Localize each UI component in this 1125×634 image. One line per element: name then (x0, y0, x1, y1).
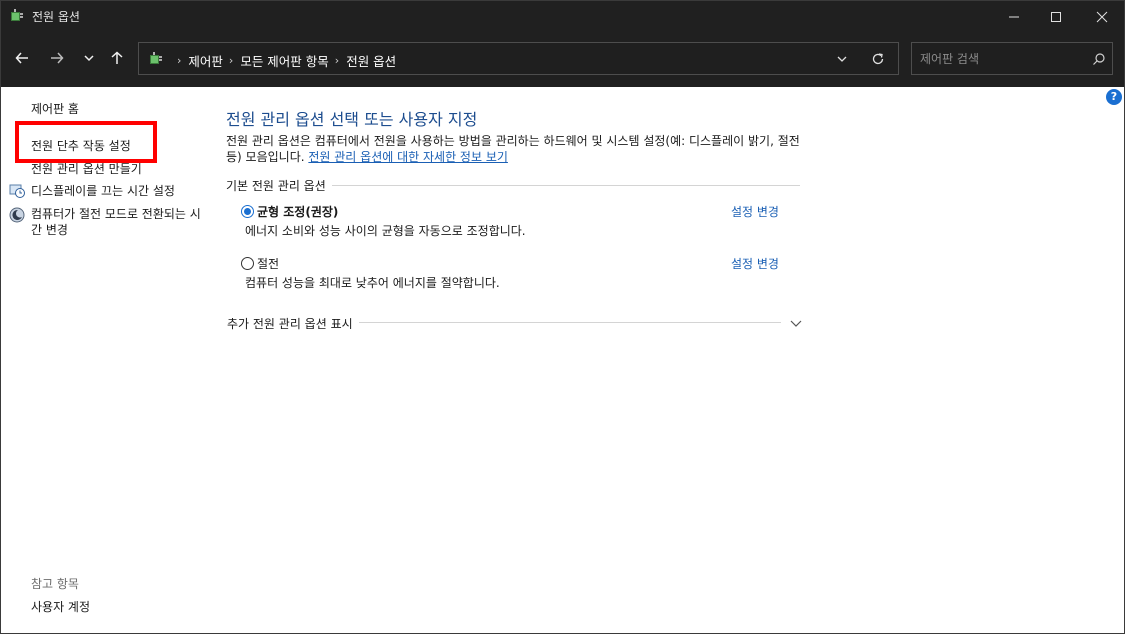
group-title: 기본 전원 관리 옵션 (226, 177, 332, 194)
display-off-time-link[interactable]: 디스플레이를 끄는 시간 설정 (31, 182, 175, 199)
title-bar: 전원 옵션 (1, 1, 1124, 32)
arrow-left-icon (15, 52, 28, 64)
plan-name[interactable]: 절전 (257, 255, 279, 272)
back-button[interactable] (10, 46, 34, 70)
search-input[interactable] (920, 49, 1080, 69)
minimize-icon (1009, 16, 1019, 17)
recent-locations-button[interactable] (77, 46, 101, 70)
control-panel-icon (150, 52, 162, 64)
show-additional-plans-label[interactable]: 추가 전원 관리 옵션 표시 (227, 315, 359, 332)
arrow-up-icon (111, 51, 123, 64)
window-title: 전원 옵션 (32, 10, 80, 24)
sleep-moon-icon (9, 207, 25, 223)
breadcrumb-separator[interactable]: › (229, 54, 233, 67)
navigation-bar: › 제어판 › 모든 제어판 항목 › 전원 옵션 (1, 32, 1124, 87)
display-clock-icon (9, 184, 25, 198)
refresh-icon[interactable] (871, 52, 885, 66)
radio-power-saver[interactable] (241, 257, 254, 270)
page-description: 전원 관리 옵션은 컴퓨터에서 전원을 사용하는 방법을 관리하는 하드웨어 및… (226, 133, 804, 165)
breadcrumb-power-options[interactable]: 전원 옵션 (346, 51, 396, 70)
change-settings-power-saver-link[interactable]: 설정 변경 (731, 255, 779, 272)
close-icon (1096, 11, 1108, 22)
close-button[interactable] (1079, 1, 1125, 32)
power-options-window: 전원 옵션 › 제어판 › 모든 제어판 항목 › 전원 옵션 제어판 검색 ?… (0, 0, 1125, 634)
plan-description: 컴퓨터 성능을 최대로 낮추어 에너지를 절약합니다. (245, 276, 500, 290)
plan-description: 에너지 소비와 성능 사이의 균형을 자동으로 조정합니다. (245, 224, 526, 238)
radio-balanced[interactable] (241, 205, 254, 218)
breadcrumb-control-panel[interactable]: 제어판 (188, 51, 223, 70)
forward-button[interactable] (45, 46, 69, 70)
change-settings-balanced-link[interactable]: 설정 변경 (731, 203, 779, 220)
help-icon[interactable]: ? (1106, 89, 1122, 105)
breadcrumb-separator[interactable]: › (335, 54, 339, 67)
content-area: ? 제어판 홈 전원 단추 작동 설정 전원 관리 옵션 만들기 디스플레이를 … (1, 87, 1124, 633)
arrow-right-icon (51, 52, 64, 64)
plan-name[interactable]: 균형 조정(권장) (257, 203, 338, 220)
sleep-time-link[interactable]: 컴퓨터가 절전 모드로 전환되는 시간 변경 (31, 206, 201, 238)
chevron-down-icon (84, 55, 94, 62)
up-button[interactable] (105, 46, 129, 70)
power-options-icon (11, 9, 23, 21)
search-box[interactable] (911, 42, 1113, 75)
address-bar[interactable]: › 제어판 › 모든 제어판 항목 › 전원 옵션 (138, 42, 899, 75)
see-also-title: 참고 항목 (31, 577, 79, 591)
more-info-link[interactable]: 전원 관리 옵션에 대한 자세한 정보 보기 (308, 150, 508, 164)
user-accounts-link[interactable]: 사용자 계정 (31, 598, 90, 615)
chevron-down-icon[interactable] (789, 316, 803, 330)
chevron-down-icon[interactable] (835, 52, 849, 66)
control-panel-home-link[interactable]: 제어판 홈 (31, 100, 79, 117)
breadcrumb-separator[interactable]: › (177, 54, 181, 67)
search-icon[interactable] (1092, 52, 1106, 66)
highlight-box (15, 121, 157, 163)
left-pane: 제어판 홈 전원 단추 작동 설정 전원 관리 옵션 만들기 디스플레이를 끄는… (1, 87, 201, 633)
page-title: 전원 관리 옵션 선택 또는 사용자 지정 (226, 110, 478, 129)
minimize-button[interactable] (991, 1, 1037, 32)
maximize-icon (1051, 11, 1061, 22)
breadcrumb-all-items[interactable]: 모든 제어판 항목 (240, 51, 328, 70)
maximize-button[interactable] (1033, 1, 1079, 32)
breadcrumb: › 제어판 › 모든 제어판 항목 › 전원 옵션 (171, 51, 396, 70)
